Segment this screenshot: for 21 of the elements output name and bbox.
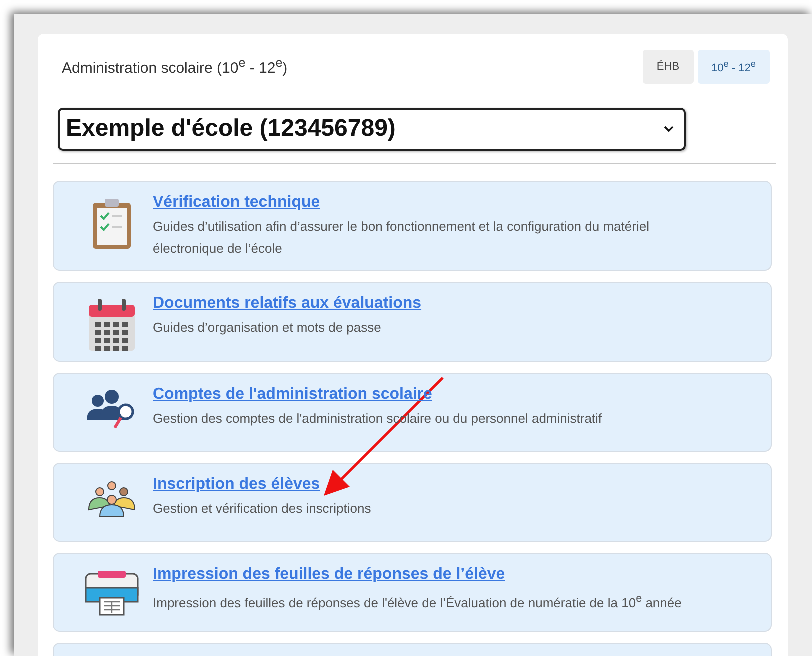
menu-card[interactable]: Documents relatifs aux évaluations Guides d’organisation et mots de passe — [53, 282, 772, 362]
menu-description: Guides d’organisation et mots de passe — [153, 318, 382, 337]
menu-card[interactable]: Inscription des élèves Gestion et vérification des inscriptions — [53, 462, 772, 542]
menu-link[interactable]: Impression des feuilles de réponses de l’élève — [153, 566, 682, 584]
menu-link[interactable]: Inscription des élèves — [153, 476, 372, 494]
menu-link[interactable]: Vérification technique — [153, 194, 698, 212]
people-group-icon — [86, 480, 138, 520]
school-select[interactable]: Exemple d'école (123456789) — [58, 108, 686, 151]
menu-description: Gestion et vérification des inscriptions — [153, 500, 372, 518]
menu-link[interactable]: Documents relatifs aux évaluations — [153, 294, 422, 313]
menu-description: Guides d’utilisation afin d’assurer le bon fonctionnement et la configuration du matériel électronique de l’école — [153, 218, 650, 258]
page-title: Administration scolaire (10$^{e}$ - 12$^{e}$) — [62, 56, 288, 78]
printer-icon — [85, 570, 139, 616]
chevron-down-icon — [664, 126, 674, 132]
menu-card[interactable]: Impression des feuilles de réponses de l’élève Impression des feuilles de réponses de l'élève de l’Évaluation de numératie de la 10$^{e}$ année — [53, 552, 772, 632]
menu-description: Impression des feuilles de réponses de l'élève de l’Évaluation de numératie de la 10$^{e}$ année — [153, 592, 682, 612]
menu-card[interactable]: Vérification technique Guides d’utilisation afin d’assurer le bon fonctionnement et la configuration du matériel électronique de l’école — [53, 180, 772, 271]
calendar-icon — [89, 298, 135, 351]
level-tab[interactable]: 10$^{e}$ - 12$^{e}$ — [698, 50, 770, 84]
level-tab[interactable]: ÉHB — [642, 50, 694, 84]
clipboard-icon — [92, 198, 132, 250]
